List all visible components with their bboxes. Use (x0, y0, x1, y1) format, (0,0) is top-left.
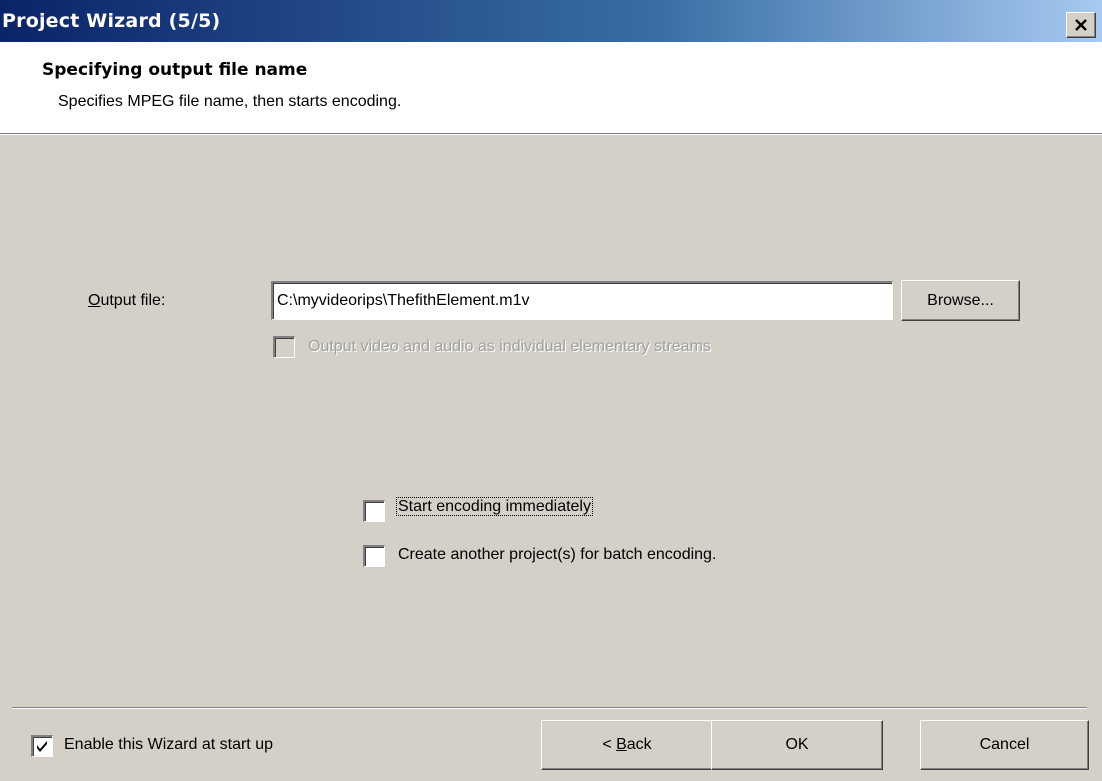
cancel-button[interactable]: Cancel (920, 720, 1089, 770)
browse-button[interactable]: Browse... (901, 280, 1020, 321)
batch-encoding-checkbox[interactable] (363, 545, 385, 567)
title-bar[interactable]: Project Wizard (5/5) (0, 0, 1102, 42)
back-accel: B (616, 736, 627, 753)
output-file-input[interactable] (271, 281, 893, 320)
start-encoding-label[interactable]: Start encoding immediately (396, 497, 593, 516)
wizard-header: Specifying output file name Specifies MP… (0, 42, 1102, 135)
back-prefix: < (602, 736, 617, 753)
output-file-label-accel: O (88, 292, 101, 309)
footer-separator (12, 707, 1087, 709)
page-subtitle: Specifies MPEG file name, then starts en… (58, 93, 402, 110)
close-icon (1075, 19, 1087, 31)
elementary-streams-label: Output video and audio as individual ele… (308, 338, 711, 355)
close-button[interactable] (1066, 12, 1096, 38)
back-button[interactable]: < Back (541, 720, 713, 770)
enable-wizard-label[interactable]: Enable this Wizard at start up (64, 736, 273, 754)
window-title: Project Wizard (5/5) (2, 10, 221, 32)
batch-encoding-label[interactable]: Create another project(s) for batch enco… (398, 546, 716, 564)
start-encoding-checkbox[interactable] (363, 500, 385, 522)
enable-wizard-checkbox[interactable] (31, 735, 53, 757)
ok-button[interactable]: OK (711, 720, 883, 770)
page-title: Specifying output file name (42, 60, 308, 80)
output-file-label-rest: utput file: (100, 292, 166, 309)
output-file-label: Output file: (88, 292, 165, 310)
checkmark-icon (37, 741, 47, 752)
back-rest: ack (626, 736, 652, 753)
start-encoding-label-text: Start encoding immediately (396, 497, 593, 516)
elementary-streams-checkbox[interactable] (273, 336, 295, 358)
